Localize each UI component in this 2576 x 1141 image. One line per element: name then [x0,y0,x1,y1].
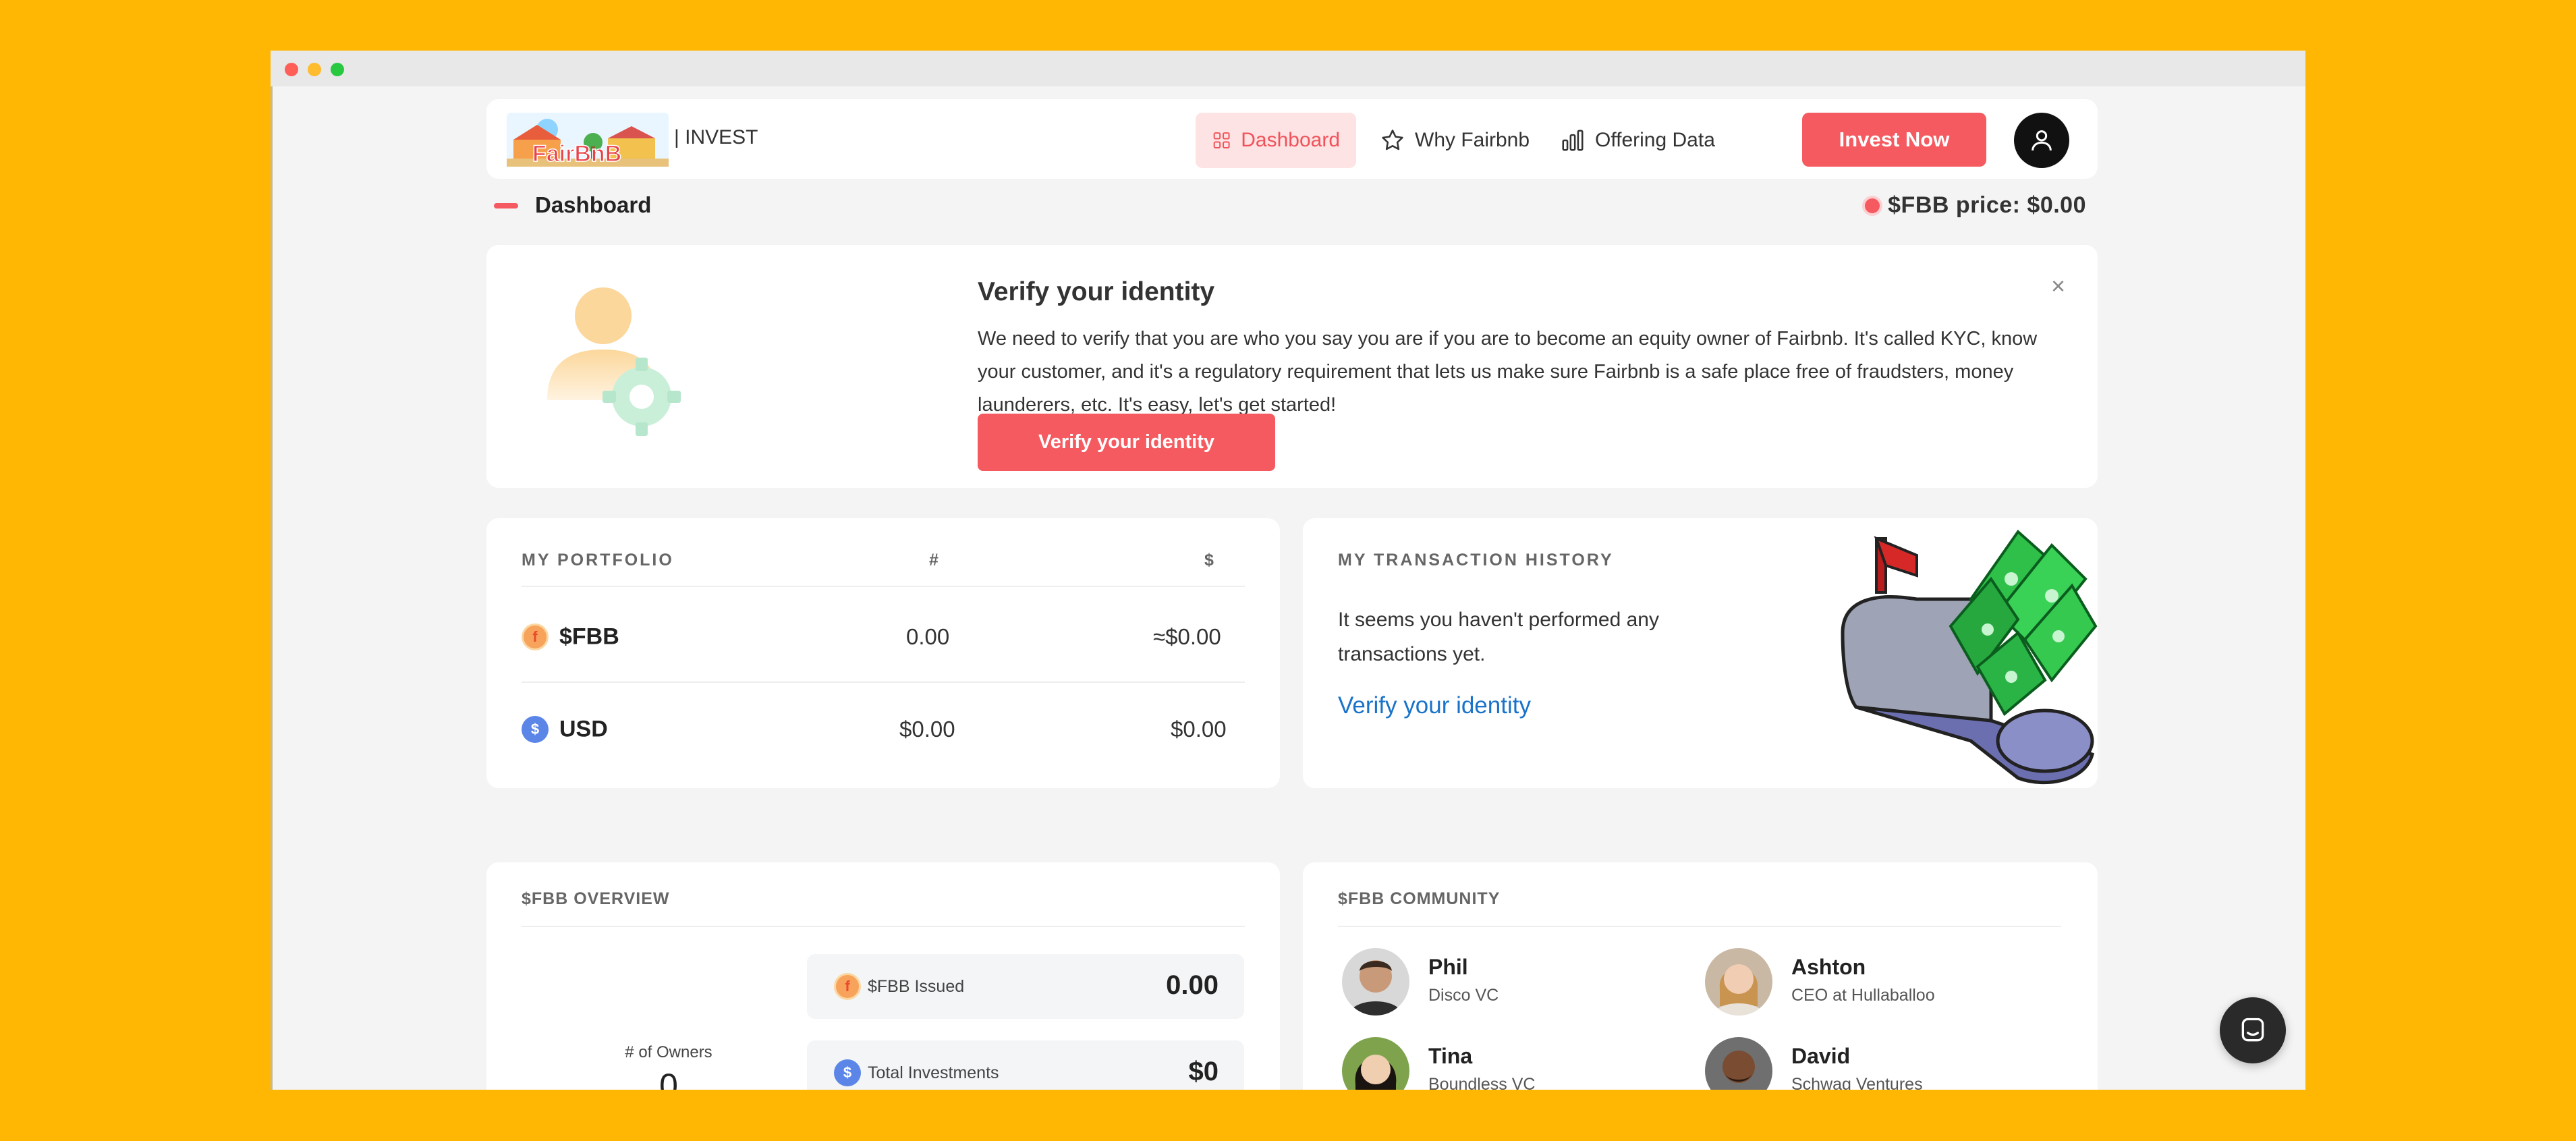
nav-why-fairbnb[interactable]: Why Fairbnb [1364,113,1546,168]
transaction-history-card: MY TRANSACTION HISTORY It seems you have… [1303,518,2098,788]
member-role: Boundless VC [1428,1075,1536,1090]
community-member[interactable]: Ashton CEO at Hullaballoo [1705,948,2056,1015]
owners-value: 0 [659,1067,678,1090]
asset-name: $FBB [559,623,619,650]
maximize-window-button[interactable] [331,63,344,76]
identity-illustration-icon [547,287,681,436]
community-member[interactable]: Tina Boundless VC [1342,1037,1693,1090]
svg-text:FairBnB: FairBnB [532,141,621,167]
portfolio-card: MY PORTFOLIO # $ f $FBB 0.00 ≈$0.00 $ US… [486,518,1280,788]
verify-description: We need to verify that you are who you s… [978,328,2038,416]
verify-identity-button[interactable]: Verify your identity [978,414,1275,471]
member-name: Phil [1428,955,1468,979]
close-window-button[interactable] [285,63,298,76]
member-role: Schwag Ventures [1791,1075,1923,1090]
viewport-edge [271,86,273,1090]
asset-count: 0.00 [906,624,950,649]
nav-offering-label: Offering Data [1595,129,1715,151]
stat-label: Total Investments [868,1063,999,1082]
account-button[interactable] [2014,113,2069,168]
nav-offering-data[interactable]: Offering Data [1544,113,1731,168]
transactions-empty-text: It seems you haven't performed any trans… [1338,609,1659,665]
community-member[interactable]: David Schwag Ventures [1705,1037,2056,1090]
chat-support-button[interactable] [2220,997,2286,1063]
portfolio-col-value: $ [1204,551,1216,569]
page-viewport: FairBnB | INVEST Dashboard Why Fairbnb O… [271,86,2305,1090]
asset-value: ≈$0.00 [1153,624,1221,649]
asset-name: USD [559,716,608,742]
verify-title: Verify your identity [978,277,1215,306]
grid-icon [1213,132,1230,148]
minimize-window-button[interactable] [308,63,321,76]
owners-label: # of Owners [625,1043,712,1061]
invest-label: | INVEST [674,126,758,148]
stat-fbb-issued: f $FBB Issued 0.00 [807,954,1244,1019]
nav-dashboard[interactable]: Dashboard [1196,113,1356,168]
community-member[interactable]: Phil Disco VC [1342,948,1693,1015]
page-title: Dashboard [535,192,652,217]
stat-total-investments: $ Total Investments $0 [807,1040,1244,1090]
mailbox-money-icon [1841,530,2098,785]
asset-value: $0.00 [1171,717,1227,742]
fbb-coin-icon: f [522,623,549,650]
dashboard-accent-bar [494,203,518,208]
community-heading: $FBB COMMUNITY [1338,889,2061,927]
verify-identity-link[interactable]: Verify your identity [1338,692,1531,719]
overview-heading: $FBB OVERVIEW [522,889,1245,927]
top-navbar: FairBnB | INVEST Dashboard Why Fairbnb O… [486,99,2098,179]
fbb-price-text: $FBB price: $0.00 [1888,192,2086,218]
verify-identity-card: Verify your identity We need to verify t… [486,245,2098,488]
portfolio-row: $ USD $0.00 $0.00 [522,684,1245,775]
stat-value: $0 [1188,1057,1219,1086]
portfolio-col-count: # [929,551,941,569]
portfolio-heading: MY PORTFOLIO [522,551,674,569]
fbb-overview-card: $FBB OVERVIEW # of Owners 0 f $FBB Issue… [486,862,1280,1090]
avatar [1705,1037,1772,1090]
window-titlebar [271,51,2305,86]
fbb-price: $FBB price: $0.00 [1865,192,2086,219]
stat-label: $FBB Issued [868,977,965,996]
member-role: Disco VC [1428,986,1499,1005]
avatar [1342,1037,1409,1090]
fbb-community-card: $FBB COMMUNITY Phil Disco VC Ashton CEO … [1303,862,2098,1090]
stat-value: 0.00 [1166,970,1219,1000]
dollar-coin-icon: $ [834,1059,861,1086]
portfolio-row: f $FBB 0.00 ≈$0.00 [522,592,1245,683]
bar-chart-icon [1562,130,1584,151]
invest-now-button[interactable]: Invest Now [1802,113,1986,167]
member-name: Ashton [1791,955,1866,979]
member-role: CEO at Hullaballoo [1791,986,1935,1005]
dollar-coin-icon: $ [522,716,549,743]
user-icon [2032,130,2052,151]
close-icon[interactable]: × [2051,272,2065,300]
nav-why-label: Why Fairbnb [1415,129,1530,151]
member-name: Tina [1428,1044,1473,1068]
live-indicator-icon [1865,198,1880,213]
transactions-heading: MY TRANSACTION HISTORY [1338,551,1614,569]
fairbnb-logo[interactable]: FairBnB [507,113,669,167]
avatar [1342,948,1409,1015]
asset-count: $0.00 [899,717,955,742]
nav-dashboard-label: Dashboard [1241,129,1340,151]
star-icon [1382,130,1403,150]
chat-icon [2241,1018,2264,1042]
fbb-coin-icon: f [834,973,861,1000]
member-name: David [1791,1044,1851,1068]
avatar [1705,948,1772,1015]
portfolio-header: MY PORTFOLIO # $ [522,551,1245,587]
